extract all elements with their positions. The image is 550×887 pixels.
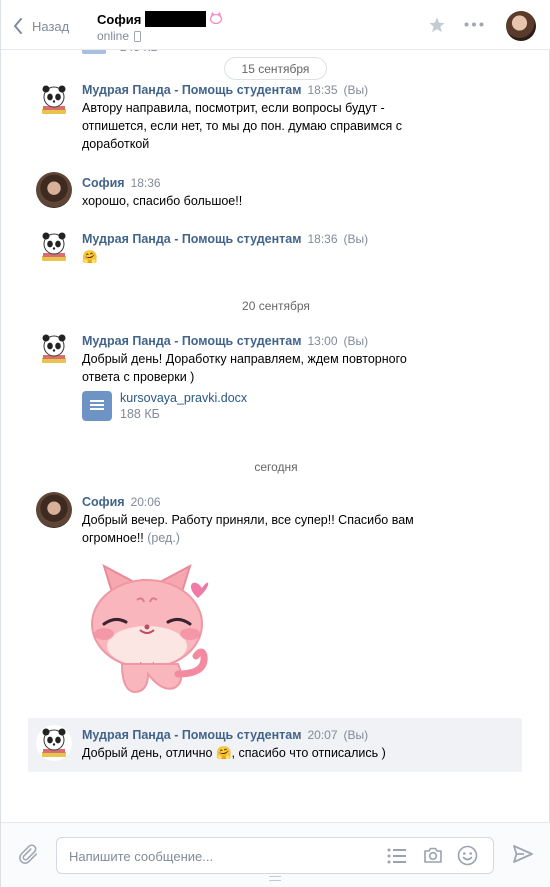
message-text: Добрый день! Доработку направляем, ждем …: [82, 352, 407, 384]
you-label: (Вы): [343, 83, 369, 97]
author-name: Мудрая Панда - Помощь студентам: [82, 232, 302, 246]
document-link[interactable]: kursovaya_pravki.docx: [120, 391, 247, 405]
document-icon[interactable]: [82, 391, 112, 421]
emoji-icon[interactable]: [457, 845, 478, 866]
message-time: 13:00: [307, 334, 338, 348]
chat-window: 245 КБ Назад София online 15 сентября Му…: [0, 0, 550, 887]
message-time: 20:07: [307, 728, 338, 742]
message-author[interactable]: Мудрая Панда - Помощь студентам 18:35 (Вы): [82, 83, 368, 97]
message-time: 18:35: [307, 83, 338, 97]
document-size: 188 КБ: [120, 407, 160, 421]
message-author[interactable]: София 18:36: [82, 176, 161, 190]
date-separator: 15 сентября: [224, 57, 327, 80]
pig-emoji-icon: [209, 11, 223, 27]
you-label: (Вы): [343, 728, 369, 742]
paperclip-icon[interactable]: [18, 844, 40, 866]
message-time: 18:36: [130, 176, 161, 190]
message-input[interactable]: [69, 847, 369, 865]
peer-avatar[interactable]: [506, 11, 536, 41]
message-input-box[interactable]: [56, 837, 494, 874]
star-icon[interactable]: [428, 16, 446, 34]
sofia-avatar[interactable]: [36, 492, 72, 528]
date-separator: 20 сентября: [242, 299, 310, 313]
resize-handle[interactable]: [269, 876, 281, 881]
templates-icon[interactable]: [387, 847, 407, 865]
author-name: Мудрая Панда - Помощь студентам: [82, 728, 302, 742]
camera-icon[interactable]: [423, 846, 443, 864]
back-label: Назад: [32, 18, 70, 34]
you-label: (Вы): [343, 232, 369, 246]
panda-avatar[interactable]: [36, 725, 72, 761]
message-text: Автору направила, посмотрит, если вопрос…: [82, 101, 402, 151]
chat-header: Назад София online: [1, 0, 550, 50]
peer-name-text: София: [97, 11, 142, 27]
panda-avatar[interactable]: [36, 82, 72, 118]
peer-status-text: online: [97, 29, 130, 43]
peer-name[interactable]: София: [97, 11, 223, 27]
send-icon[interactable]: [513, 845, 533, 863]
message-author[interactable]: Мудрая Панда - Помощь студентам 13:00 (Вы): [82, 334, 368, 348]
sofia-avatar[interactable]: [36, 172, 72, 208]
author-name: София: [82, 176, 125, 190]
more-icon[interactable]: [464, 22, 484, 27]
message-author[interactable]: Мудрая Панда - Помощь студентам 18:36 (Вы): [82, 232, 368, 246]
panda-avatar[interactable]: [36, 331, 72, 367]
peer-status: online: [97, 29, 142, 43]
author-name: Мудрая Панда - Помощь студентам: [82, 334, 302, 348]
edited-label: (ред.): [147, 531, 180, 545]
chevron-left-icon: [14, 18, 22, 34]
message-text: Добрый день, отлично 🤗, спасибо что отпи…: [82, 746, 386, 760]
you-label: (Вы): [343, 334, 369, 348]
message-time: 18:36: [307, 232, 338, 246]
author-name: София: [82, 495, 125, 509]
author-name: Мудрая Панда - Помощь студентам: [82, 83, 302, 97]
panda-avatar[interactable]: [36, 229, 72, 265]
message-text-body: Добрый вечер. Работу приняли, все супер!…: [82, 513, 414, 545]
cat-sticker[interactable]: [82, 564, 222, 696]
message-author[interactable]: София 20:06: [82, 495, 161, 509]
message-text: 🤗: [82, 250, 98, 264]
message-text: хорошо, спасибо большое!!: [82, 194, 243, 208]
redacted-surname: [145, 11, 207, 27]
date-separator: сегодня: [254, 460, 298, 474]
message-author[interactable]: Мудрая Панда - Помощь студентам 20:07 (Вы): [82, 728, 368, 742]
message-text: Добрый вечер. Работу приняли, все супер!…: [82, 511, 442, 547]
mobile-icon: [134, 30, 142, 42]
back-button[interactable]: Назад: [13, 16, 69, 36]
message-time: 20:06: [130, 495, 161, 509]
